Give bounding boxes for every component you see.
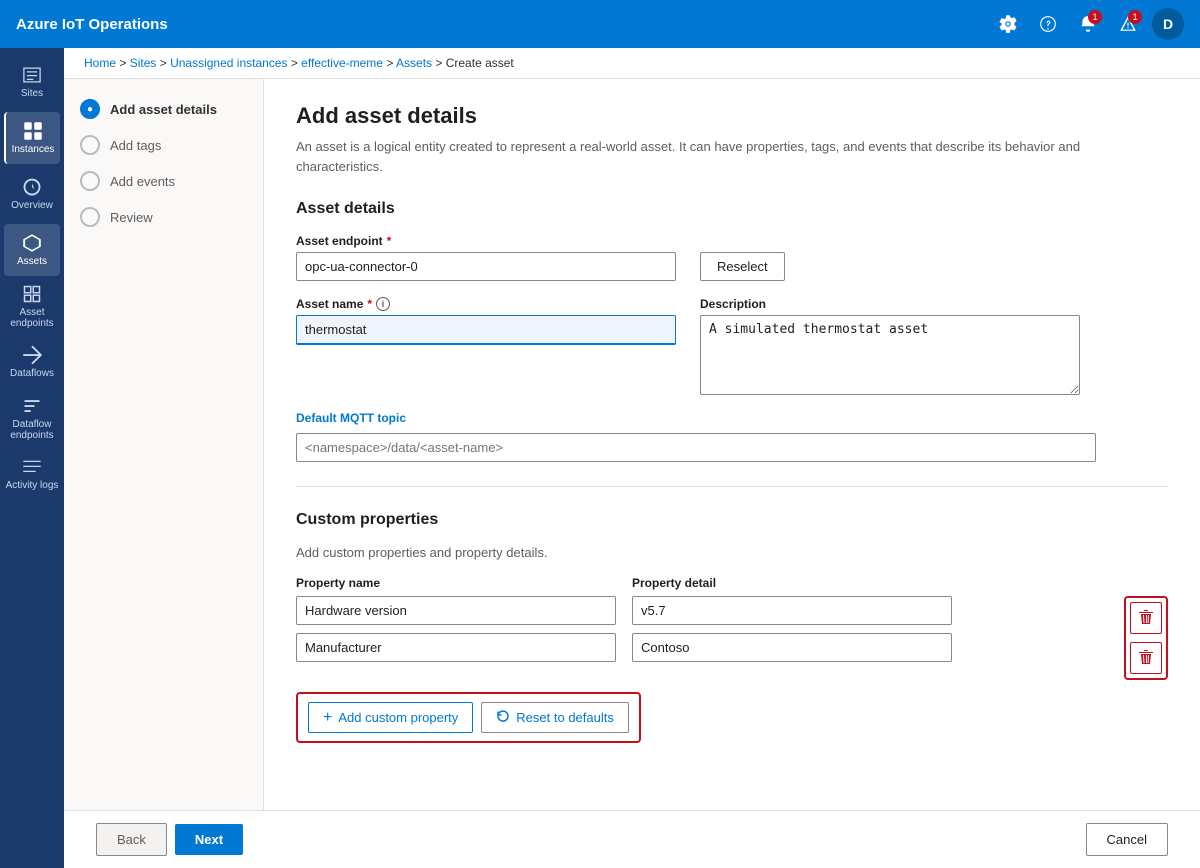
sidebar-item-sites[interactable]: Sites [4,56,60,108]
property-detail-input-2[interactable] [632,633,952,662]
sidebar-item-dataflow-endpoints[interactable]: Dataflow endpoints [4,392,60,444]
properties-and-actions [296,596,1168,680]
sidebar-item-activity-logs[interactable]: Activity logs [4,448,60,500]
custom-property-actions: + Add custom property Reset to defaults [296,692,641,743]
asset-endpoint-row: Asset endpoint * Reselect [296,234,1168,281]
help-button[interactable] [1032,8,1064,40]
add-custom-property-button[interactable]: + Add custom property [308,702,473,733]
step-label-3: Add events [110,174,175,189]
step-circle-2 [80,135,100,155]
sidebar-item-overview[interactable]: Overview [4,168,60,220]
sidebar-item-sites-label: Sites [21,88,43,99]
step-label-2: Add tags [110,138,161,153]
asset-endpoint-group: Asset endpoint * [296,234,676,281]
asset-endpoint-input[interactable] [296,252,676,281]
avatar[interactable]: D [1152,8,1184,40]
step-circle-3 [80,171,100,191]
sidebar-item-dataflows[interactable]: Dataflows [4,336,60,388]
property-name-input-1[interactable] [296,596,616,625]
step-circle-4 [80,207,100,227]
property-detail-header: Property detail [632,576,952,590]
description-input[interactable] [700,315,1080,395]
reselect-button[interactable]: Reselect [700,252,785,281]
property-detail-input-1[interactable] [632,596,952,625]
app-title: Azure IoT Operations [16,16,980,33]
footer: Back Next Cancel [64,810,1200,868]
step-circle-1: ● [80,99,100,119]
step-label-4: Review [110,210,153,225]
sidebar-item-activity-logs-label: Activity logs [6,480,59,491]
breadcrumb-unassigned[interactable]: Unassigned instances [170,56,287,70]
section-divider [296,486,1168,487]
sidebar-item-assets-label: Assets [17,256,47,267]
asset-name-info-icon[interactable]: i [376,297,390,311]
top-nav-icons: 1 1 D [992,8,1184,40]
property-row-2 [296,633,1108,662]
top-navigation: Azure IoT Operations 1 1 D [0,0,1200,48]
asset-endpoint-label: Asset endpoint * [296,234,676,248]
breadcrumb-current: Create asset [446,56,514,70]
asset-name-label: Asset name * i [296,297,676,311]
property-name-header: Property name [296,576,616,590]
alerts-button[interactable]: 1 [1112,8,1144,40]
alert-badge: 1 [1128,10,1142,24]
description-group: Description [700,297,1080,395]
description-label: Description [700,297,1080,311]
property-name-input-2[interactable] [296,633,616,662]
sidebar-item-instances-label: Instances [12,144,55,155]
sidebar-item-overview-label: Overview [11,200,53,211]
sidebar-item-dataflows-label: Dataflows [10,368,54,379]
breadcrumb-assets[interactable]: Assets [396,56,432,70]
next-button[interactable]: Next [175,824,243,855]
step-add-asset-details[interactable]: ● Add asset details [80,99,247,119]
custom-properties-section: Custom properties Add custom properties … [296,511,1168,743]
notifications-button[interactable]: 1 [1072,8,1104,40]
property-headers: Property name Property detail [296,576,1168,590]
delete-property-2-button[interactable] [1130,642,1162,674]
custom-properties-desc: Add custom properties and property detai… [296,545,1168,560]
notification-badge: 1 [1088,10,1102,24]
back-button[interactable]: Back [96,823,167,856]
page-title: Add asset details [296,103,1168,129]
sidebar: Sites Instances Overview Assets Asset en… [0,48,64,868]
sidebar-item-instances[interactable]: Instances [4,112,60,164]
settings-button[interactable] [992,8,1024,40]
main-layout: Sites Instances Overview Assets Asset en… [0,48,1200,868]
mqtt-topic-group: Default MQTT topic [296,411,1168,462]
mqtt-topic-label: Default MQTT topic [296,411,1168,425]
properties-rows [296,596,1108,670]
delete-property-1-button[interactable] [1130,602,1162,634]
sidebar-item-asset-endpoints[interactable]: Asset endpoints [4,280,60,332]
step-add-events[interactable]: Add events [80,171,247,191]
reset-icon [496,709,510,726]
plus-icon: + [323,710,332,726]
content-area: Home > Sites > Unassigned instances > ef… [64,48,1200,868]
sidebar-item-asset-endpoints-label: Asset endpoints [4,307,60,329]
breadcrumb-home[interactable]: Home [84,56,116,70]
asset-name-input[interactable] [296,315,676,345]
asset-name-group: Asset name * i [296,297,676,345]
page-desc: An asset is a logical entity created to … [296,137,1146,176]
asset-name-desc-row: Asset name * i Description [296,297,1168,395]
custom-properties-title: Custom properties [296,511,1168,529]
step-label-1: Add asset details [110,102,217,117]
stepper-panel: ● Add asset details Add tags Add events … [64,79,264,810]
reset-to-defaults-button[interactable]: Reset to defaults [481,702,629,733]
mqtt-topic-input[interactable] [296,433,1096,462]
breadcrumb-instance[interactable]: effective-meme [301,56,383,70]
page-layout: ● Add asset details Add tags Add events … [64,79,1200,810]
asset-details-section: Asset details [296,200,1168,218]
breadcrumb-sites[interactable]: Sites [130,56,157,70]
step-add-tags[interactable]: Add tags [80,135,247,155]
sidebar-item-dataflow-endpoints-label: Dataflow endpoints [4,419,60,441]
trash-buttons-container [1124,596,1168,680]
sidebar-item-assets[interactable]: Assets [4,224,60,276]
cancel-button[interactable]: Cancel [1086,823,1168,856]
property-row-1 [296,596,1108,625]
breadcrumb: Home > Sites > Unassigned instances > ef… [64,48,1200,79]
form-panel: Add asset details An asset is a logical … [264,79,1200,810]
step-review[interactable]: Review [80,207,247,227]
